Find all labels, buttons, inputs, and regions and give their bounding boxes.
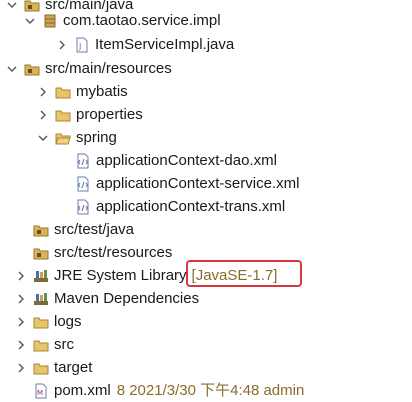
tree-item-label: com.taotao.service.impl: [63, 12, 221, 29]
tree-item-label: Maven Dependencies: [54, 290, 200, 307]
tree-item-label: src/test/resources: [54, 244, 173, 261]
xml-file-icon: [75, 153, 91, 169]
tree-item-logs[interactable]: logs: [15, 310, 82, 333]
tree-item-label: applicationContext-trans.xml: [96, 198, 286, 215]
tree-item-label: applicationContext-service.xml: [96, 175, 300, 192]
tree-item-maven-dependencies[interactable]: Maven Dependencies: [15, 287, 199, 310]
tree-item-xml-file[interactable]: applicationContext-trans.xml: [75, 195, 285, 218]
tree-item-label: spring: [76, 129, 117, 146]
tree-item-pom-xml[interactable]: M pom.xml 8 2021/3/30 下午4:48 admin: [33, 379, 304, 402]
chevron-right-icon[interactable]: [15, 287, 27, 310]
xml-file-icon: [75, 176, 91, 192]
tree-item-label: src: [54, 336, 74, 353]
tree-item-src-main-resources[interactable]: src/main/resources: [6, 57, 172, 80]
tree-item-label: pom.xml: [54, 382, 111, 399]
chevron-down-icon[interactable]: [6, 0, 18, 16]
chevron-right-icon[interactable]: [15, 356, 27, 379]
java-file-icon: J: [74, 37, 90, 53]
tree-item-label: JRE System Library: [54, 267, 187, 284]
tree-item-label: applicationContext-dao.xml: [96, 152, 277, 169]
tree-item-src-test-java[interactable]: src/test/java: [33, 218, 134, 241]
folder-icon: [33, 360, 49, 376]
svg-text:M: M: [37, 389, 43, 397]
tree-item-xml-file[interactable]: applicationContext-service.xml: [75, 172, 299, 195]
tree-item-properties[interactable]: properties: [37, 103, 143, 126]
chevron-down-icon[interactable]: [24, 9, 36, 32]
tree-item-mybatis[interactable]: mybatis: [37, 80, 128, 103]
source-folder-icon: [33, 245, 49, 261]
library-icon: [33, 291, 49, 307]
folder-icon: [33, 337, 49, 353]
tree-item-label: src/test/java: [54, 221, 135, 238]
chevron-right-icon[interactable]: [15, 264, 27, 287]
jre-version-decoration: [JavaSE-1.7]: [191, 267, 278, 284]
chevron-right-icon[interactable]: [37, 80, 49, 103]
tree-item-src-test-resources[interactable]: src/test/resources: [33, 241, 172, 264]
tree-item-label: src/main/resources: [45, 60, 172, 77]
tree-item-spring[interactable]: spring: [37, 126, 117, 149]
chevron-down-icon[interactable]: [6, 57, 18, 80]
chevron-right-icon[interactable]: [56, 33, 68, 56]
xml-file-icon: [75, 199, 91, 215]
chevron-right-icon[interactable]: [15, 310, 27, 333]
xml-file-icon: M: [33, 383, 49, 399]
library-icon: [33, 268, 49, 284]
chevron-down-icon[interactable]: [37, 126, 49, 149]
tree-item-label: ItemServiceImpl.java: [95, 36, 235, 53]
folder-icon: [33, 314, 49, 330]
chevron-right-icon[interactable]: [37, 103, 49, 126]
tree-item-label: target: [54, 359, 93, 376]
folder-icon: [55, 107, 71, 123]
source-folder-icon: [24, 61, 40, 77]
folder-open-icon: [55, 130, 71, 146]
chevron-right-icon[interactable]: [15, 333, 27, 356]
tree-item-src[interactable]: src: [15, 333, 74, 356]
tree-item-label: logs: [54, 313, 82, 330]
file-revision-info: 8 2021/3/30 下午4:48 admin: [116, 382, 305, 399]
tree-item-xml-file[interactable]: applicationContext-dao.xml: [75, 149, 277, 172]
tree-item-label: properties: [76, 106, 143, 123]
svg-text:J: J: [78, 42, 81, 51]
tree-item-java-file[interactable]: J ItemServiceImpl.java: [56, 33, 234, 56]
source-folder-icon: [33, 222, 49, 238]
package-icon: [42, 13, 58, 29]
tree-item-package[interactable]: com.taotao.service.impl: [24, 9, 221, 32]
tree-item-label: mybatis: [76, 83, 128, 100]
tree-item-jre-library[interactable]: JRE System Library [JavaSE-1.7]: [15, 264, 277, 287]
tree-item-target[interactable]: target: [15, 356, 92, 379]
folder-icon: [55, 84, 71, 100]
